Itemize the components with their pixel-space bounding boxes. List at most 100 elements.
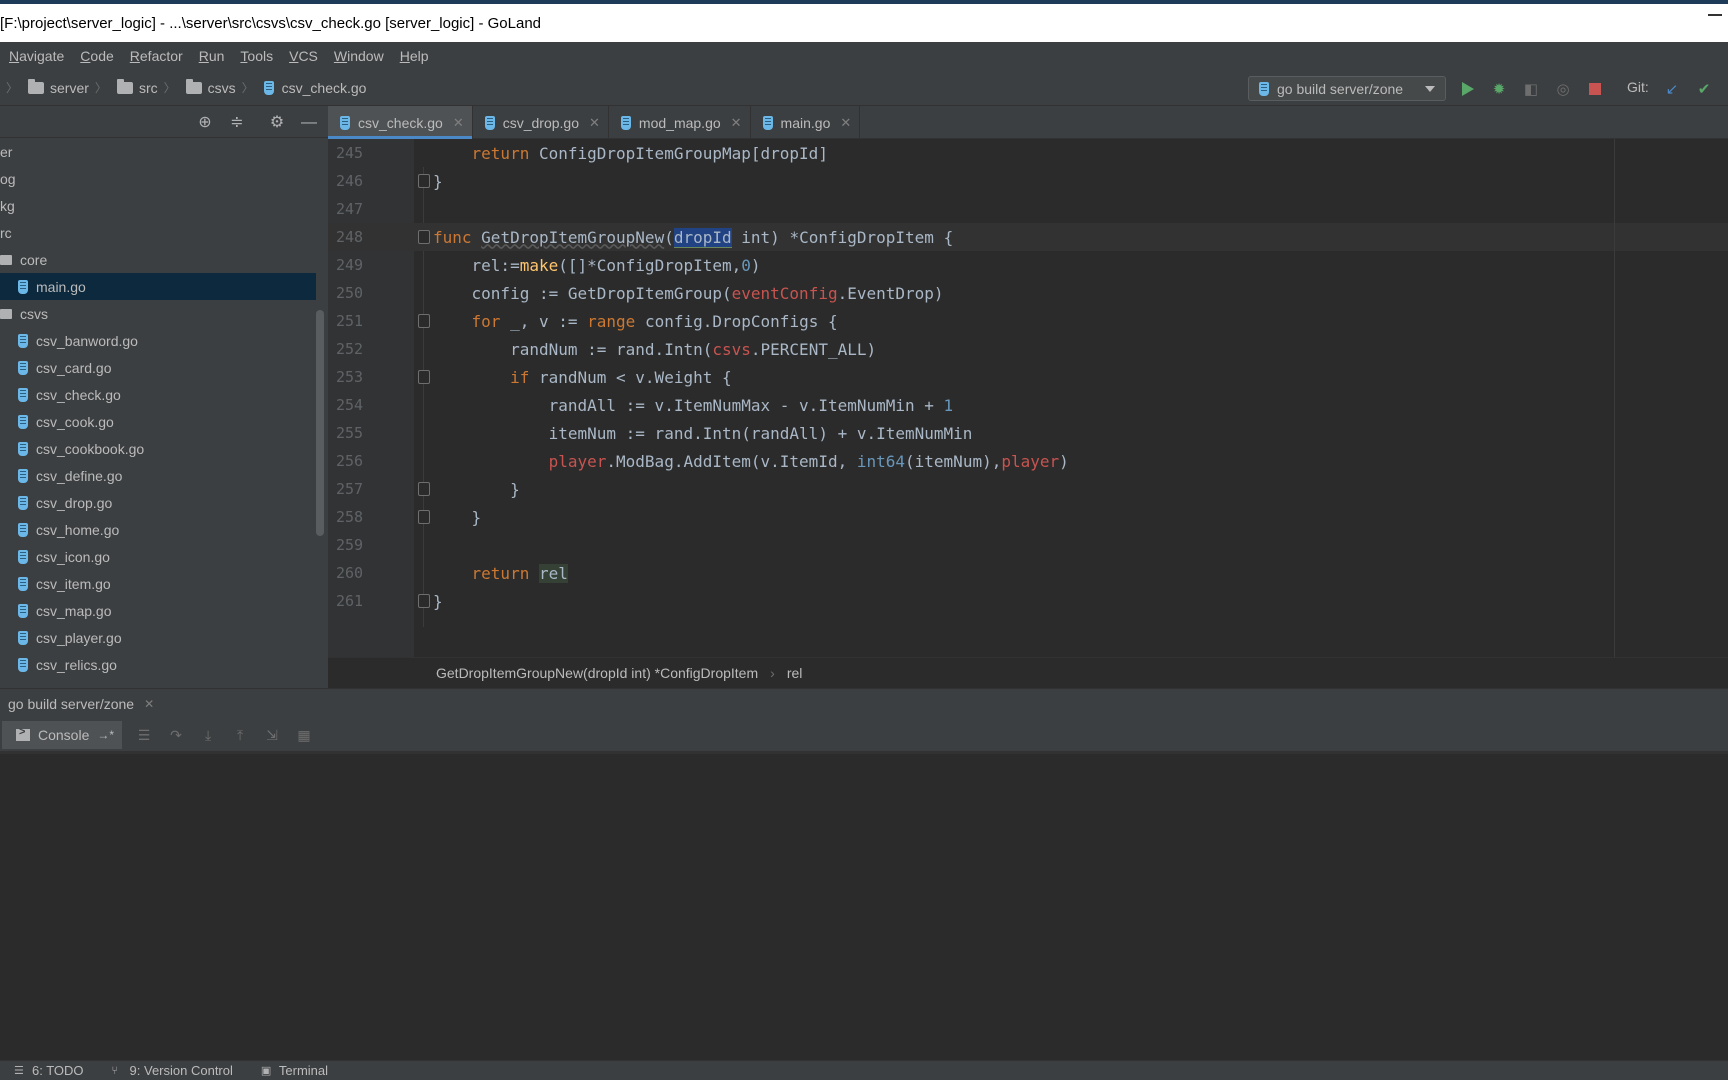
tree-file[interactable]: csv_banword.go [0, 327, 316, 354]
bug-icon: ✹ [1492, 81, 1506, 98]
console-tab[interactable]: Console →* [2, 720, 123, 749]
tree-file[interactable]: csv_icon.go [0, 543, 316, 570]
run-button[interactable] [1459, 80, 1477, 98]
code-line[interactable]: 251 for _, v := range config.DropConfigs… [328, 307, 1728, 335]
menu-window[interactable]: Window [325, 48, 391, 64]
terminal-tab[interactable]: ▣ Terminal [261, 1063, 328, 1078]
go-file-icon [18, 468, 28, 483]
todo-tab[interactable]: ☰ 6: TODO [14, 1063, 84, 1078]
tree-file[interactable]: csv_item.go [0, 570, 316, 597]
fold-marker-icon[interactable] [418, 174, 430, 188]
step-into-icon[interactable]: ⤓ [198, 725, 218, 745]
code-line[interactable]: 260 return rel [328, 559, 1728, 587]
menu-code[interactable]: Code [71, 48, 120, 64]
menu-navigate[interactable]: Navigate [0, 48, 71, 64]
git-update-button[interactable]: ↙ [1663, 80, 1681, 98]
close-icon[interactable]: ✕ [453, 115, 464, 131]
tree-file[interactable]: csv_card.go [0, 354, 316, 381]
breadcrumb-function[interactable]: GetDropItemGroupNew(dropId int) *ConfigD… [436, 665, 758, 681]
collapse-all-icon[interactable]: ≑ [228, 114, 246, 132]
run-to-cursor-icon[interactable]: ⇲ [262, 725, 282, 745]
tab-main-go[interactable]: main.go ✕ [751, 106, 861, 139]
close-icon[interactable]: ✕ [589, 115, 600, 131]
pin-icon[interactable]: →* [97, 728, 114, 742]
tree-item[interactable]: er [0, 138, 316, 165]
close-icon[interactable]: ✕ [144, 697, 154, 711]
run-tab-go-build[interactable]: go build server/zone ✕ [0, 696, 154, 712]
code-line[interactable]: 258 } [328, 503, 1728, 531]
code-line[interactable]: 250 config := GetDropItemGroup(eventConf… [328, 279, 1728, 307]
fold-marker-icon[interactable] [418, 594, 430, 608]
hide-panel-icon[interactable]: — [300, 114, 318, 132]
tree-file[interactable]: csv_player.go [0, 624, 316, 651]
code-editor[interactable]: 245 return ConfigDropItemGroupMap[dropId… [328, 139, 1728, 657]
tree-file[interactable]: csv_cookbook.go [0, 435, 316, 462]
git-commit-button[interactable]: ✔ [1695, 80, 1713, 98]
code-line-current[interactable]: 248 func GetDropItemGroupNew(dropId int)… [328, 223, 1728, 251]
tree-file[interactable]: csv_relics.go [0, 651, 316, 678]
tree-item[interactable]: og [0, 165, 316, 192]
locate-file-icon[interactable]: ⊕ [196, 114, 214, 132]
step-over-icon[interactable]: ↷ [166, 725, 186, 745]
breadcrumb-csvs[interactable]: csvs 〉 [176, 78, 254, 96]
tree-folder-csvs[interactable]: csvs [0, 300, 316, 327]
code-line[interactable]: 245 return ConfigDropItemGroupMap[dropId… [328, 139, 1728, 167]
tab-mod-map-go[interactable]: mod_map.go ✕ [609, 106, 751, 139]
tree-item[interactable]: kg [0, 192, 316, 219]
tab-csv-check-go[interactable]: csv_check.go ✕ [328, 106, 473, 139]
close-icon[interactable]: ✕ [731, 115, 742, 131]
breadcrumb-variable[interactable]: rel [787, 665, 803, 681]
breadcrumb-src[interactable]: src 〉 [107, 78, 176, 96]
code-line[interactable]: 261 } [328, 587, 1728, 615]
debug-button[interactable]: ✹ [1490, 80, 1508, 98]
code-line[interactable]: 249 rel:=make([]*ConfigDropItem,0) [328, 251, 1728, 279]
fold-marker-icon[interactable] [418, 230, 430, 244]
menu-run[interactable]: Run [190, 48, 232, 64]
close-icon[interactable]: ✕ [840, 115, 851, 131]
chevron-right-icon: 〉 [241, 81, 254, 95]
tree-file[interactable]: csv_cook.go [0, 408, 316, 435]
tab-csv-drop-go[interactable]: csv_drop.go ✕ [473, 106, 609, 139]
code-line[interactable]: 255 itemNum := rand.Intn(randAll) + v.It… [328, 419, 1728, 447]
code-line[interactable]: 257 } [328, 475, 1728, 503]
coverage-button[interactable]: ◧ [1522, 80, 1540, 98]
fold-marker-icon[interactable] [418, 482, 430, 496]
breadcrumb-file[interactable]: csv_check.go [263, 80, 366, 96]
tree-file-main-go[interactable]: main.go [0, 273, 316, 300]
code-line[interactable]: 259 [328, 531, 1728, 559]
run-tab-bar: go build server/zone ✕ [0, 688, 1728, 718]
tree-scrollbar[interactable] [316, 310, 324, 536]
version-control-tab[interactable]: ⑂ 9: Version Control [112, 1063, 233, 1078]
fold-marker-icon[interactable] [418, 510, 430, 524]
stop-button[interactable] [1586, 80, 1604, 98]
code-line[interactable]: 253 if randNum < v.Weight { [328, 363, 1728, 391]
tree-file[interactable]: csv_drop.go [0, 489, 316, 516]
fold-marker-icon[interactable] [418, 314, 430, 328]
run-configuration-select[interactable]: go build server/zone [1248, 76, 1446, 101]
profile-button[interactable]: ◎ [1554, 80, 1572, 98]
gear-icon[interactable]: ⚙ [268, 114, 286, 132]
minimize-icon[interactable] [1708, 14, 1722, 16]
menu-refactor[interactable]: Refactor [121, 48, 190, 64]
code-line[interactable]: 246 } [328, 167, 1728, 195]
menu-vcs[interactable]: VCS [280, 48, 325, 64]
menu-tools[interactable]: Tools [231, 48, 280, 64]
tree-file[interactable]: csv_map.go [0, 597, 316, 624]
tree-file[interactable]: csv_define.go [0, 462, 316, 489]
step-out-icon[interactable]: ⤒ [230, 725, 250, 745]
tree-item[interactable]: rc [0, 219, 316, 246]
tree-file[interactable]: csv_home.go [0, 516, 316, 543]
breadcrumb-server[interactable]: 〉 server 〉 [0, 78, 107, 96]
coverage-icon: ◧ [1523, 81, 1539, 98]
menu-help[interactable]: Help [391, 48, 436, 64]
tree-file[interactable]: csv_check.go [0, 381, 316, 408]
code-line[interactable]: 247 [328, 195, 1728, 223]
code-line[interactable]: 254 randAll := v.ItemNumMax - v.ItemNumM… [328, 391, 1728, 419]
code-line[interactable]: 252 randNum := rand.Intn(csvs.PERCENT_AL… [328, 335, 1728, 363]
evaluate-icon[interactable]: ▦ [294, 725, 314, 745]
fold-marker-icon[interactable] [418, 370, 430, 384]
tree-folder-core[interactable]: core [0, 246, 316, 273]
menu-lines-icon[interactable]: ☰ [134, 725, 154, 745]
code-line[interactable]: 256 player.ModBag.AddItem(v.ItemId, int6… [328, 447, 1728, 475]
console-output[interactable] [0, 754, 1728, 1060]
